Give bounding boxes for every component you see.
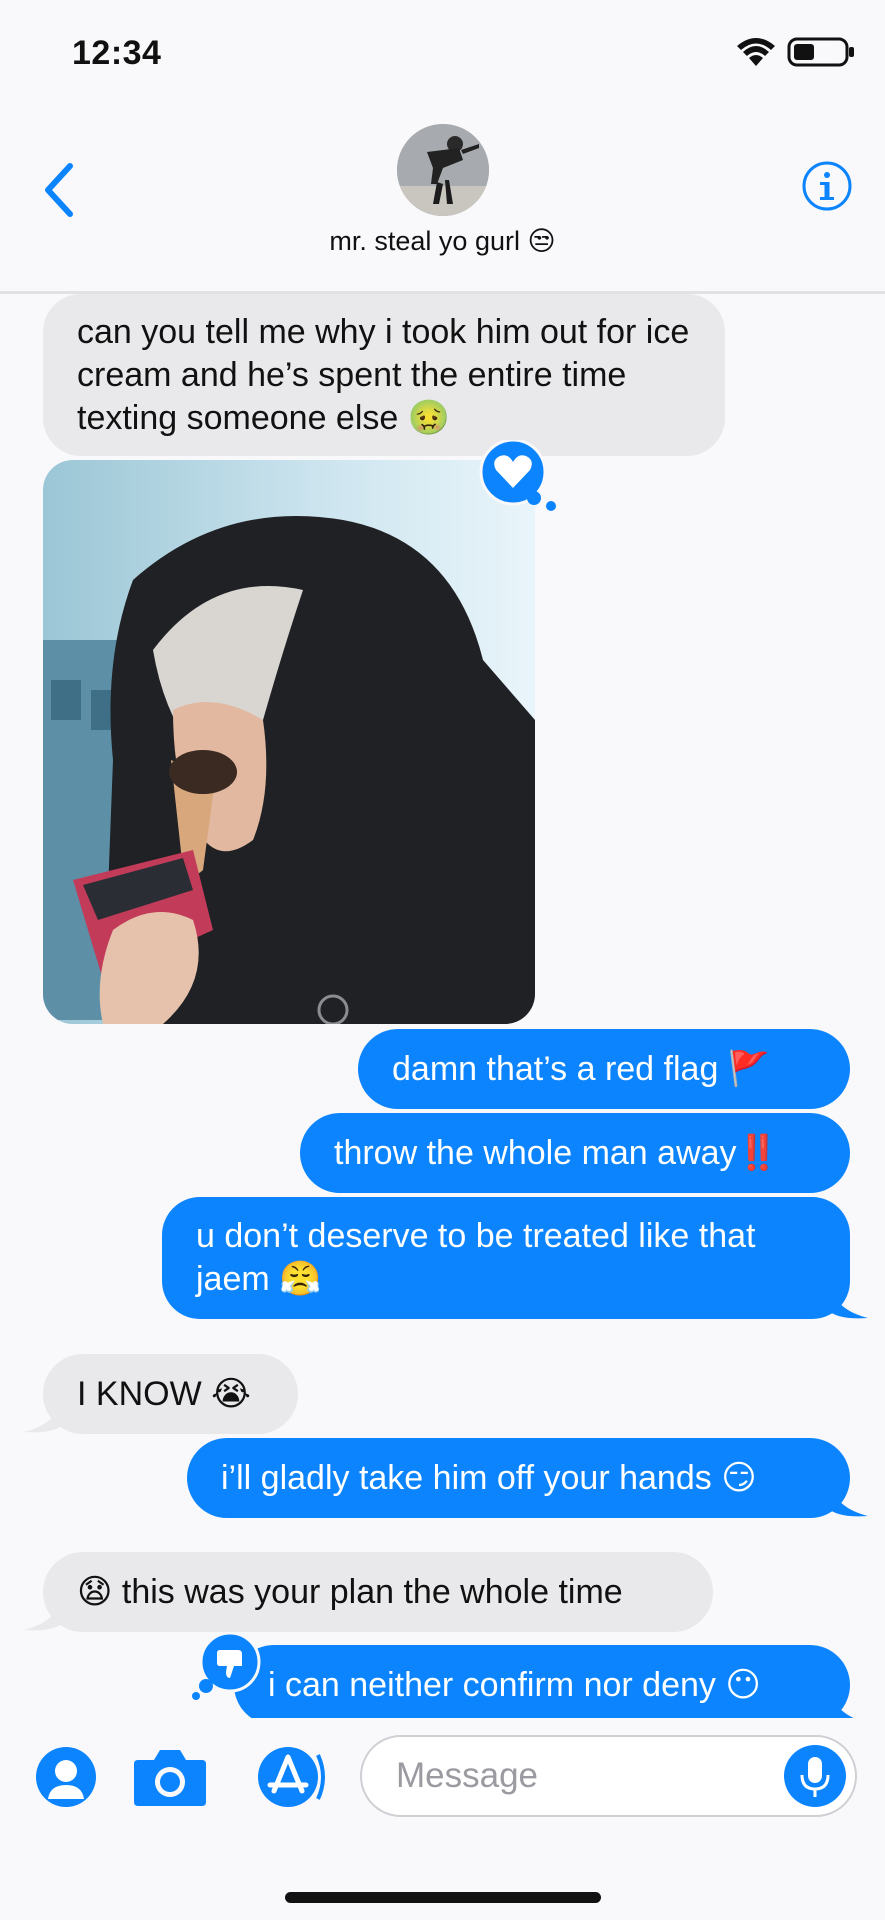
app-store-icon xyxy=(258,1747,325,1807)
camera-icon xyxy=(134,1750,206,1806)
message-bubble-incoming[interactable]: I KNOW 😭 xyxy=(43,1354,298,1434)
contact-name[interactable]: mr. steal yo gurl 😒 xyxy=(0,226,885,257)
info-icon[interactable] xyxy=(801,160,853,212)
status-time: 12:34 xyxy=(72,34,162,72)
message-text: u don’t deserve to be treated like that … xyxy=(196,1217,756,1298)
heart-reaction-icon[interactable] xyxy=(476,440,560,514)
message-placeholder: Message xyxy=(396,1756,539,1795)
bubble-tail xyxy=(24,1598,62,1631)
message-bubble-outgoing[interactable]: damn that’s a red flag 🚩 xyxy=(358,1029,850,1109)
message-bubble-outgoing[interactable]: throw the whole man away‼️ xyxy=(300,1113,850,1193)
message-bubble-incoming[interactable]: can you tell me why i took him out for i… xyxy=(43,294,725,456)
memoji-button[interactable] xyxy=(34,1745,98,1809)
memoji-icon xyxy=(36,1747,96,1807)
message-photo[interactable] xyxy=(43,460,535,1024)
message-text: i’ll gladly take him off your hands 😏 xyxy=(221,1458,757,1497)
message-bubble-outgoing[interactable]: u don’t deserve to be treated like that … xyxy=(162,1197,850,1319)
status-bar: 12:34 xyxy=(0,0,885,110)
bubble-tail xyxy=(830,1484,868,1517)
message-text: i can neither confirm nor deny 😶 xyxy=(268,1665,761,1704)
dictation-button[interactable] xyxy=(784,1745,846,1807)
composer-bar: Message xyxy=(0,1718,885,1920)
message-text: damn that’s a red flag 🚩 xyxy=(392,1049,771,1088)
message-text: throw the whole man away‼️ xyxy=(334,1133,779,1172)
thumbs-down-reaction-icon[interactable] xyxy=(190,1632,262,1702)
home-indicator[interactable] xyxy=(285,1892,601,1903)
message-text: can you tell me why i took him out for i… xyxy=(77,312,690,437)
message-bubble-incoming[interactable]: 😧 this was your plan the whole time xyxy=(43,1552,713,1632)
battery-icon xyxy=(787,37,854,67)
bubble-tail xyxy=(24,1400,62,1433)
app-store-button[interactable] xyxy=(250,1745,330,1809)
microphone-icon xyxy=(800,1757,830,1797)
back-chevron-icon[interactable] xyxy=(40,160,80,220)
message-input[interactable]: Message xyxy=(360,1735,857,1817)
message-bubble-outgoing[interactable]: i’ll gladly take him off your hands 😏 xyxy=(187,1438,850,1518)
conversation-header: mr. steal yo gurl 😒 xyxy=(0,110,885,294)
message-bubble-outgoing[interactable]: i can neither confirm nor deny 😶 xyxy=(234,1645,850,1725)
camera-button[interactable] xyxy=(132,1745,208,1809)
status-icons xyxy=(735,36,857,68)
message-text: 😧 this was your plan the whole time xyxy=(77,1572,623,1611)
wifi-icon xyxy=(737,38,775,66)
bubble-tail xyxy=(830,1286,868,1319)
contact-avatar[interactable] xyxy=(397,124,489,216)
message-text: I KNOW 😭 xyxy=(77,1374,251,1413)
